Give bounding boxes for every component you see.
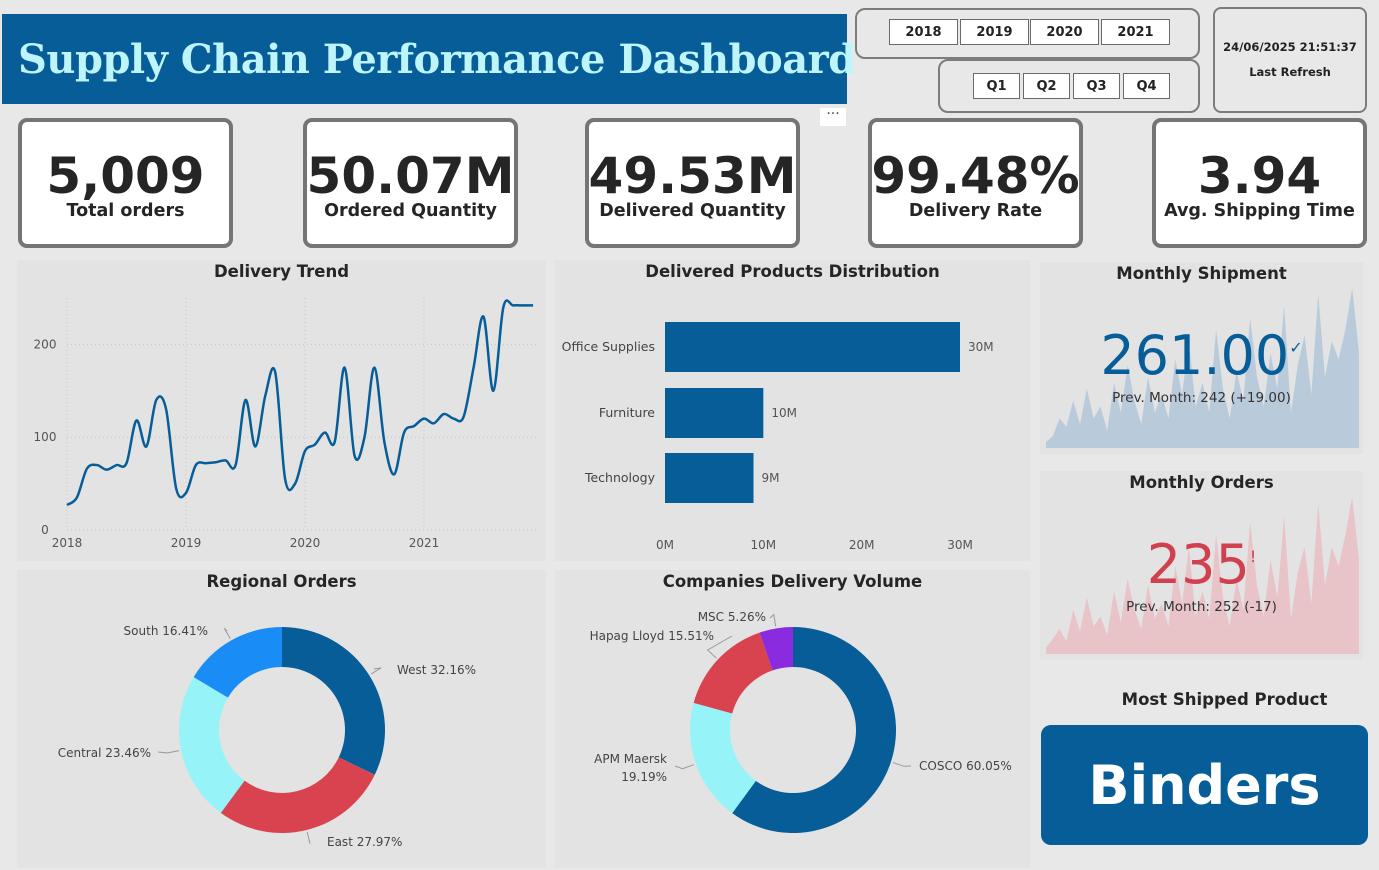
kpi-label: Delivery Rate xyxy=(908,201,1043,221)
leader-line xyxy=(223,627,231,639)
bar-data-label: 30M xyxy=(968,340,994,354)
x-tick-label: 2019 xyxy=(171,536,202,550)
kpi-value: 99.48% xyxy=(871,147,1080,205)
companies-delivery-panel: Companies Delivery Volume COSCO 60.05% AP… xyxy=(555,570,1030,868)
x-tick-label: 2018 xyxy=(52,536,83,550)
card-title: Monthly Shipment xyxy=(1116,264,1287,283)
card-title: Monthly Orders xyxy=(1129,473,1274,492)
regional-orders-panel: Regional Orders West 32.16% East 27.97% Ce… xyxy=(17,570,546,868)
slice-label: Hapag Lloyd 15.51% xyxy=(590,629,714,643)
year-button-2021[interactable]: 2021 xyxy=(1101,19,1170,45)
leader-line xyxy=(674,764,695,770)
bar-category-label: Technology xyxy=(584,470,656,485)
slice-label: 19.19% xyxy=(621,770,667,784)
x-tick-label: 30M xyxy=(947,538,973,552)
year-button-2018[interactable]: 2018 xyxy=(889,19,958,45)
x-tick-label: 2021 xyxy=(409,536,440,550)
x-tick-label: 0M xyxy=(656,538,674,552)
delivered-products-panel: Delivered Products Distribution Office S… xyxy=(555,260,1030,561)
y-tick-label: 100 xyxy=(34,430,57,444)
leader-line xyxy=(370,667,382,675)
quarter-slicer: Q1 Q2 Q3 Q4 xyxy=(938,59,1200,113)
year-button-2020[interactable]: 2020 xyxy=(1030,19,1099,45)
delivery-trend-chart[interactable]: 0 100 200 2018 2019 2020 2021 xyxy=(17,260,546,561)
delivered-products-chart[interactable]: Office Supplies 30M Furniture 10M Technology… xyxy=(555,260,1030,561)
orders-value-row: 235! xyxy=(1040,533,1363,596)
bar-data-label: 10M xyxy=(771,406,797,420)
shipment-value-row: 261.00✓ xyxy=(1040,324,1363,387)
kpi-total-orders: 5,009 Total orders xyxy=(18,118,233,248)
quarter-button-q4[interactable]: Q4 xyxy=(1123,73,1170,99)
regional-orders-chart[interactable]: West 32.16% East 27.97% Central 23.46% Sout… xyxy=(17,570,546,868)
slice-label: COSCO 60.05% xyxy=(919,759,1012,773)
bar xyxy=(665,322,960,372)
kpi-value: 3.94 xyxy=(1197,147,1322,205)
slice-label: East 27.97% xyxy=(327,835,402,849)
leader-line xyxy=(157,750,180,754)
kpi-avg-shipping-time: 3.94 Avg. Shipping Time xyxy=(1152,118,1367,248)
y-tick-label: 0 xyxy=(41,523,49,537)
slice-label: West 32.16% xyxy=(397,663,476,677)
x-tick-label: 10M xyxy=(751,538,777,552)
x-tick-label: 2020 xyxy=(290,536,321,550)
year-slicer: 2018 2019 2020 2021 xyxy=(855,8,1200,59)
donut-slice xyxy=(282,627,385,775)
more-options-button[interactable]: ··· xyxy=(820,107,846,126)
kpi-delivered-quantity: 49.53M Delivered Quantity xyxy=(585,118,800,248)
donut-slice xyxy=(220,757,375,833)
kpi-value: 50.07M xyxy=(306,147,515,205)
bar xyxy=(665,453,754,503)
kpi-label: Delivered Quantity xyxy=(599,201,786,221)
slice-label: MSC 5.26% xyxy=(698,610,766,624)
most-shipped-product: Binders xyxy=(1041,725,1368,845)
quarter-button-q1[interactable]: Q1 xyxy=(973,73,1020,99)
check-icon: ✓ xyxy=(1289,338,1303,357)
slice-label: South 16.41% xyxy=(124,624,208,638)
donut-slice xyxy=(693,632,773,714)
leader-line xyxy=(892,762,912,767)
bar-category-label: Furniture xyxy=(599,405,655,420)
slice-label: APM Maersk xyxy=(594,752,667,766)
kpi-label: Total orders xyxy=(66,201,185,221)
refresh-label: Last Refresh xyxy=(1249,65,1331,79)
leader-line xyxy=(769,613,777,627)
quarter-button-q2[interactable]: Q2 xyxy=(1023,73,1070,99)
kpi-value: 49.53M xyxy=(588,147,797,205)
kpi-delivery-rate: 99.48% Delivery Rate xyxy=(868,118,1083,248)
last-refresh-card: 24/06/2025 21:51:37 Last Refresh xyxy=(1213,7,1367,113)
x-tick-label: 20M xyxy=(849,538,875,552)
shipment-prev-month: Prev. Month: 242 (+19.00) xyxy=(1112,390,1291,406)
year-button-2019[interactable]: 2019 xyxy=(960,19,1029,45)
bar-category-label: Office Supplies xyxy=(562,339,655,354)
leader-line xyxy=(306,831,311,844)
kpi-ordered-quantity: 50.07M Ordered Quantity xyxy=(303,118,518,248)
page-title: Supply Chain Performance Dashboard xyxy=(18,35,856,83)
bar-data-label: 9M xyxy=(762,471,780,485)
companies-delivery-chart[interactable]: COSCO 60.05% APM Maersk 19.19% Hapag Lloyd … xyxy=(555,570,1030,868)
delivery-trend-panel: Delivery Trend 0 100 200 2018 2019 2020 2021 xyxy=(17,260,546,561)
dashboard-title-banner: Supply Chain Performance Dashboard xyxy=(2,14,856,104)
orders-prev-month: Prev. Month: 252 (-17) xyxy=(1126,599,1277,615)
quarter-button-q3[interactable]: Q3 xyxy=(1073,73,1120,99)
kpi-label: Avg. Shipping Time xyxy=(1164,201,1355,221)
monthly-orders-card: Monthly Orders 235! Prev. Month: 252 (-1… xyxy=(1040,471,1363,660)
monthly-shipment-card: Monthly Shipment 261.00✓ Prev. Month: 24… xyxy=(1040,262,1363,454)
exclamation-icon: ! xyxy=(1249,547,1257,566)
y-tick-label: 200 xyxy=(34,337,57,351)
kpi-value: 5,009 xyxy=(46,147,205,205)
most-shipped-title: Most Shipped Product xyxy=(1121,690,1328,709)
orders-value: 235 xyxy=(1146,533,1250,596)
donut-slice xyxy=(178,677,245,813)
delivery-trend-line xyxy=(66,299,534,507)
shipment-value: 261.00 xyxy=(1100,324,1290,387)
bar xyxy=(665,388,764,438)
kpi-label: Ordered Quantity xyxy=(324,201,497,221)
slice-label: Central 23.46% xyxy=(58,746,151,760)
refresh-timestamp: 24/06/2025 21:51:37 xyxy=(1223,40,1357,54)
